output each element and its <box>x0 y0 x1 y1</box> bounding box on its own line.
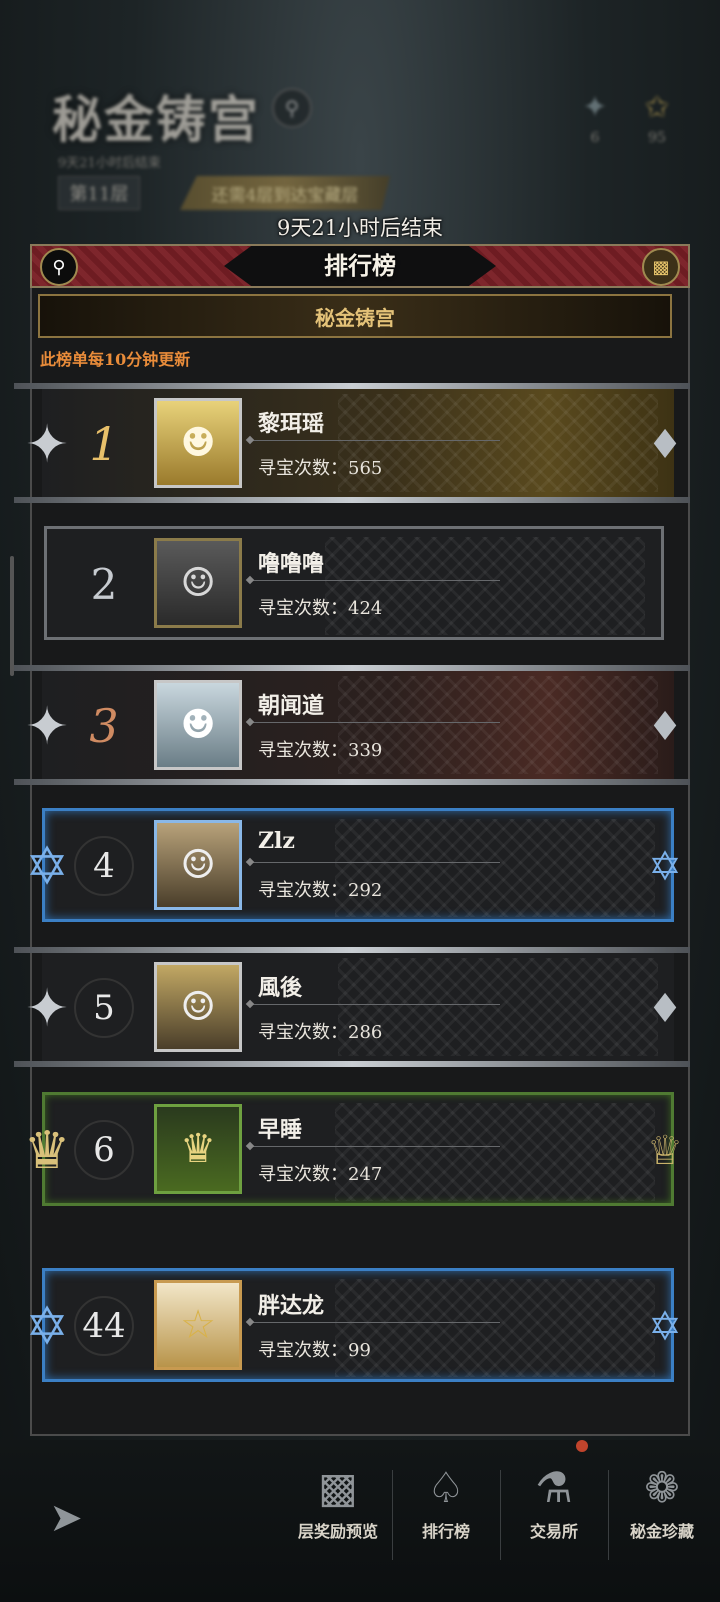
background-title: 秘金铸宫 <box>52 90 260 149</box>
nav-reward-preview[interactable]: ▩ 层奖励预览 <box>286 1458 390 1568</box>
notification-dot <box>576 1440 588 1452</box>
player-name: 風後 <box>258 975 303 1001</box>
treasure-count: 寻宝次数：286 <box>258 1022 383 1043</box>
floor-tag: 还需4层到达宝藏层 <box>180 176 390 210</box>
exchange-icon: ⚗ <box>535 1463 573 1512</box>
bottom-nav: ➤ ▩ 层奖励预览 ♤ 排行榜 ⚗ 交易所 ❁ 秘金珍藏 <box>0 1440 720 1602</box>
divider <box>250 1146 500 1147</box>
trophy-icon: ♤ <box>427 1463 465 1512</box>
rank-number: 1 <box>89 417 119 471</box>
resource-coin: ✩ 95 <box>632 90 682 146</box>
rank-number: 6 <box>74 1120 134 1180</box>
rank-number: 2 <box>90 559 118 609</box>
search-icon: ⚲ <box>272 88 312 128</box>
avatar[interactable]: ☻ <box>154 398 242 488</box>
tab-mijin-zhugong[interactable]: 秘金铸宫 <box>38 294 672 338</box>
search-icon: ⚲ <box>52 256 66 278</box>
player-name: 噜噜噜 <box>258 551 325 577</box>
leaderboard-row[interactable]: ✡ 4 ☺ Zlz 寻宝次数：292 ✡ <box>14 808 690 922</box>
chest-icon: ▩ <box>652 256 670 278</box>
crown-icon: ♕ <box>647 1128 683 1174</box>
leaderboard-row[interactable]: 2 ☺ 噜噜噜 寻宝次数：424 <box>14 526 690 640</box>
my-rank-row[interactable]: ✡ 44 ☆ 胖达龙 寻宝次数：99 ✡ <box>14 1268 690 1382</box>
treasure-count: 寻宝次数：99 <box>258 1340 371 1361</box>
treasure-count: 寻宝次数：247 <box>258 1164 383 1185</box>
nav-exchange[interactable]: ⚗ 交易所 <box>502 1458 606 1568</box>
divider <box>250 1322 500 1323</box>
floor-badge: 第11层 <box>58 176 140 210</box>
coin-icon: ✩ <box>644 90 670 125</box>
treasure-count: 寻宝次数：424 <box>258 598 383 619</box>
rank-number: 4 <box>74 836 134 896</box>
update-note: 此榜单每10分钟更新 <box>40 350 191 369</box>
sword-icon: ♦ <box>647 704 683 750</box>
divider <box>250 580 500 581</box>
chest-icon: ▩ <box>318 1463 358 1512</box>
search-button[interactable]: ⚲ <box>40 248 78 286</box>
event-timer: 9天21小时后结束 <box>276 216 444 240</box>
back-button[interactable]: ➤ <box>36 1490 96 1546</box>
leaderboard-row[interactable]: ♛ 6 ♛ 早睡 寻宝次数：247 ♕ <box>14 1092 690 1206</box>
chest-button[interactable]: ▩ <box>642 248 680 286</box>
nav-treasure-collection[interactable]: ❁ 秘金珍藏 <box>610 1458 714 1568</box>
nav-leaderboard[interactable]: ♤ 排行榜 <box>394 1458 498 1568</box>
divider <box>250 1004 500 1005</box>
avatar[interactable]: ☺ <box>154 820 242 910</box>
avatar[interactable]: ☆ <box>154 1280 242 1370</box>
rank-number: 44 <box>74 1296 134 1356</box>
leaderboard-row[interactable]: ✦ 5 ☺ 風後 寻宝次数：286 ♦ <box>14 947 690 1067</box>
leaderboard-row[interactable]: ✦ 3 ☻ 朝闻道 寻宝次数：339 ♦ <box>14 665 690 785</box>
panel-header: ⚲ 排行榜 ▩ <box>30 244 690 288</box>
treasure-count: 寻宝次数：565 <box>258 458 383 479</box>
sword-icon: ♦ <box>647 986 683 1032</box>
avatar[interactable]: ☻ <box>154 680 242 770</box>
resource-crystal: ✦ 6 <box>570 90 620 146</box>
background-header: 秘金铸宫 ⚲ 9天21小时后结束 第11层 还需4层到达宝藏层 ✦ 6 ✩ 95 <box>0 0 720 240</box>
treasure-icon: ❁ <box>644 1463 680 1512</box>
hexagram-icon: ✡ <box>648 844 682 890</box>
avatar[interactable]: ☺ <box>154 538 242 628</box>
rank-number: 5 <box>74 978 134 1038</box>
treasure-count: 寻宝次数：339 <box>258 740 383 761</box>
avatar[interactable]: ☺ <box>154 962 242 1052</box>
crystal-icon: ✦ <box>582 90 608 125</box>
panel-title: 排行榜 <box>224 246 496 286</box>
divider <box>250 862 500 863</box>
rank-number: 3 <box>89 699 119 753</box>
player-name: Zlz <box>258 828 295 854</box>
back-arrow-icon: ➤ <box>49 1495 83 1541</box>
sword-icon: ♦ <box>647 422 683 468</box>
player-name: 胖达龙 <box>258 1293 325 1319</box>
divider <box>250 722 500 723</box>
divider <box>250 440 500 441</box>
player-name: 黎珥瑶 <box>258 411 325 437</box>
avatar[interactable]: ♛ <box>154 1104 242 1194</box>
background-subtitle: 9天21小时后结束 <box>58 156 161 171</box>
player-name: 朝闻道 <box>258 693 325 719</box>
treasure-count: 寻宝次数：292 <box>258 880 383 901</box>
player-name: 早睡 <box>258 1117 303 1143</box>
hexagram-icon: ✡ <box>648 1304 682 1350</box>
leaderboard-row[interactable]: ✦ 1 ☻ 黎珥瑶 寻宝次数：565 ♦ <box>14 383 690 503</box>
